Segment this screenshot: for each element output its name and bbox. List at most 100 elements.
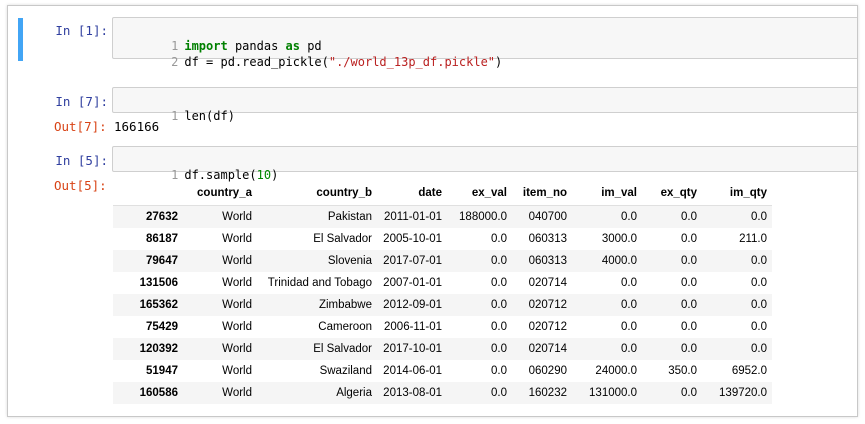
- column-header: [113, 181, 183, 206]
- column-header: ex_val: [447, 181, 512, 206]
- table-cell: Swaziland: [319, 365, 372, 377]
- table-cell: 0.0: [681, 387, 697, 399]
- table-row: 120392 World El Salvador 2017-10-01 0.0 02071…: [113, 338, 772, 360]
- table-cell: Trinidad and Tobago: [267, 277, 372, 289]
- row-index: 131506: [139, 277, 178, 289]
- table-cell: World: [222, 387, 252, 399]
- row-index: 51947: [146, 365, 178, 377]
- table-cell: 2011-01-01: [384, 211, 442, 223]
- table-cell: 040700: [528, 211, 567, 223]
- row-index: 79647: [146, 255, 178, 267]
- table-cell: 2007-01-01: [383, 277, 442, 289]
- table-cell: 131000.0: [589, 387, 637, 399]
- row-index: 86187: [146, 233, 178, 245]
- column-header: ex_qty: [642, 181, 702, 206]
- table-cell: 0.0: [681, 343, 697, 355]
- table-cell: 0.0: [491, 365, 507, 377]
- table-cell: 0.0: [491, 233, 507, 245]
- table-cell: 2012-09-01: [383, 299, 442, 311]
- table-cell: 211.0: [739, 233, 767, 245]
- row-index: 27632: [146, 211, 178, 223]
- table-cell: 4000.0: [601, 255, 637, 267]
- table-cell: 020714: [528, 343, 567, 355]
- table-cell: 0.0: [621, 321, 637, 333]
- table-cell: 020714: [528, 277, 567, 289]
- table-cell: 2014-06-01: [383, 365, 442, 377]
- table-cell: World: [222, 321, 252, 333]
- table-cell: Cameroon: [318, 321, 372, 333]
- table-cell: 060313: [528, 233, 567, 245]
- cell-1-code-editor[interactable]: 1 import pandas as pd 2 df = pd.read_pickl…: [112, 17, 857, 69]
- column-header: country_a: [183, 181, 257, 206]
- table-cell: 0.0: [621, 211, 637, 223]
- table-cell: 3000.0: [601, 233, 637, 245]
- table-cell: 350.0: [668, 365, 697, 377]
- cell-2-output: 166166: [114, 119, 160, 134]
- table-cell: 060313: [528, 255, 567, 267]
- table-cell: 0.0: [491, 277, 507, 289]
- code-line: 1 len(df): [113, 92, 235, 123]
- code-line: 2 df = pd.read_pickle("./world_13p_df.pic…: [113, 38, 502, 69]
- code-line: 1 import pandas as pd: [113, 22, 322, 53]
- table-cell: 0.0: [491, 343, 507, 355]
- table-cell: 2017-10-01: [383, 343, 442, 355]
- row-index: 165362: [139, 299, 178, 311]
- table-row: 131506 World Trinidad and Tobago 2007-01-01…: [113, 272, 772, 294]
- table-cell: Zimbabwe: [318, 299, 372, 311]
- table-cell: 0.0: [751, 255, 767, 267]
- table-cell: Algeria: [336, 387, 372, 399]
- table-cell: 139720.0: [719, 387, 767, 399]
- cell-3-out-prompt: Out[5]:: [54, 178, 107, 193]
- table-cell: 0.0: [681, 255, 697, 267]
- table-cell: World: [222, 211, 252, 223]
- table-cell: 2005-10-01: [383, 233, 442, 245]
- table-cell: 24000.0: [595, 365, 637, 377]
- table-cell: 0.0: [491, 255, 507, 267]
- row-index: 160586: [139, 387, 178, 399]
- line-number: 1: [171, 109, 179, 123]
- table-cell: 0.0: [621, 343, 637, 355]
- table-cell: 160232: [528, 387, 567, 399]
- table-cell: 060290: [528, 365, 567, 377]
- table-cell: El Salvador: [313, 343, 372, 355]
- table-cell: 0.0: [681, 277, 697, 289]
- table-cell: 020712: [528, 321, 567, 333]
- table-cell: World: [222, 299, 252, 311]
- table-cell: 0.0: [491, 299, 507, 311]
- column-header: country_b: [257, 181, 377, 206]
- cell-3-code-editor[interactable]: 1 df.sample(10): [112, 146, 857, 182]
- column-header: date: [377, 181, 447, 206]
- notebook-frame: In [1]: 1 import pandas as pd 2 df = pd.re…: [7, 5, 858, 417]
- table-cell: 0.0: [681, 321, 697, 333]
- table-row: 75429 World Cameroon 2006-11-01 0.0 020712 0.0…: [113, 316, 772, 338]
- table-cell: 188000.0: [459, 211, 507, 223]
- table-cell: 0.0: [751, 299, 767, 311]
- table-cell: World: [222, 255, 252, 267]
- table-cell: 0.0: [621, 299, 637, 311]
- table-cell: 0.0: [751, 277, 767, 289]
- cell-2-code-editor[interactable]: 1 len(df): [112, 87, 857, 123]
- table-cell: 0.0: [751, 343, 767, 355]
- cell-3-in-prompt: In [5]:: [55, 153, 108, 168]
- table-cell: 0.0: [681, 299, 697, 311]
- code-line: 1 df.sample(10): [113, 151, 278, 182]
- table-cell: 0.0: [751, 321, 767, 333]
- table-cell: 0.0: [681, 233, 697, 245]
- table-cell: 0.0: [491, 321, 507, 333]
- table-row: 79647 World Slovenia 2017-07-01 0.0 060313 400…: [113, 250, 772, 272]
- column-header: im_qty: [702, 181, 772, 206]
- table-cell: 0.0: [751, 211, 767, 223]
- cell-1-in-prompt: In [1]:: [55, 23, 108, 38]
- line-number: 2: [171, 55, 179, 69]
- cell-2-in-prompt: In [7]:: [55, 94, 108, 109]
- table-row: 160586 World Algeria 2013-08-01 0.0 160232 131…: [113, 382, 772, 404]
- table-cell: 0.0: [681, 211, 697, 223]
- table-cell: World: [222, 277, 252, 289]
- table-cell: 020712: [528, 299, 567, 311]
- table-cell: 2006-11-01: [384, 321, 442, 333]
- table-row: 165362 World Zimbabwe 2012-09-01 0.0 020712 0.…: [113, 294, 772, 316]
- cell-2-out-prompt: Out[7]:: [54, 119, 107, 134]
- table-cell: World: [222, 365, 252, 377]
- table-row: 51947 World Swaziland 2014-06-01 0.0 060290 24…: [113, 360, 772, 382]
- table-header-row: country_a country_b date ex_val item_no im_va…: [113, 181, 772, 206]
